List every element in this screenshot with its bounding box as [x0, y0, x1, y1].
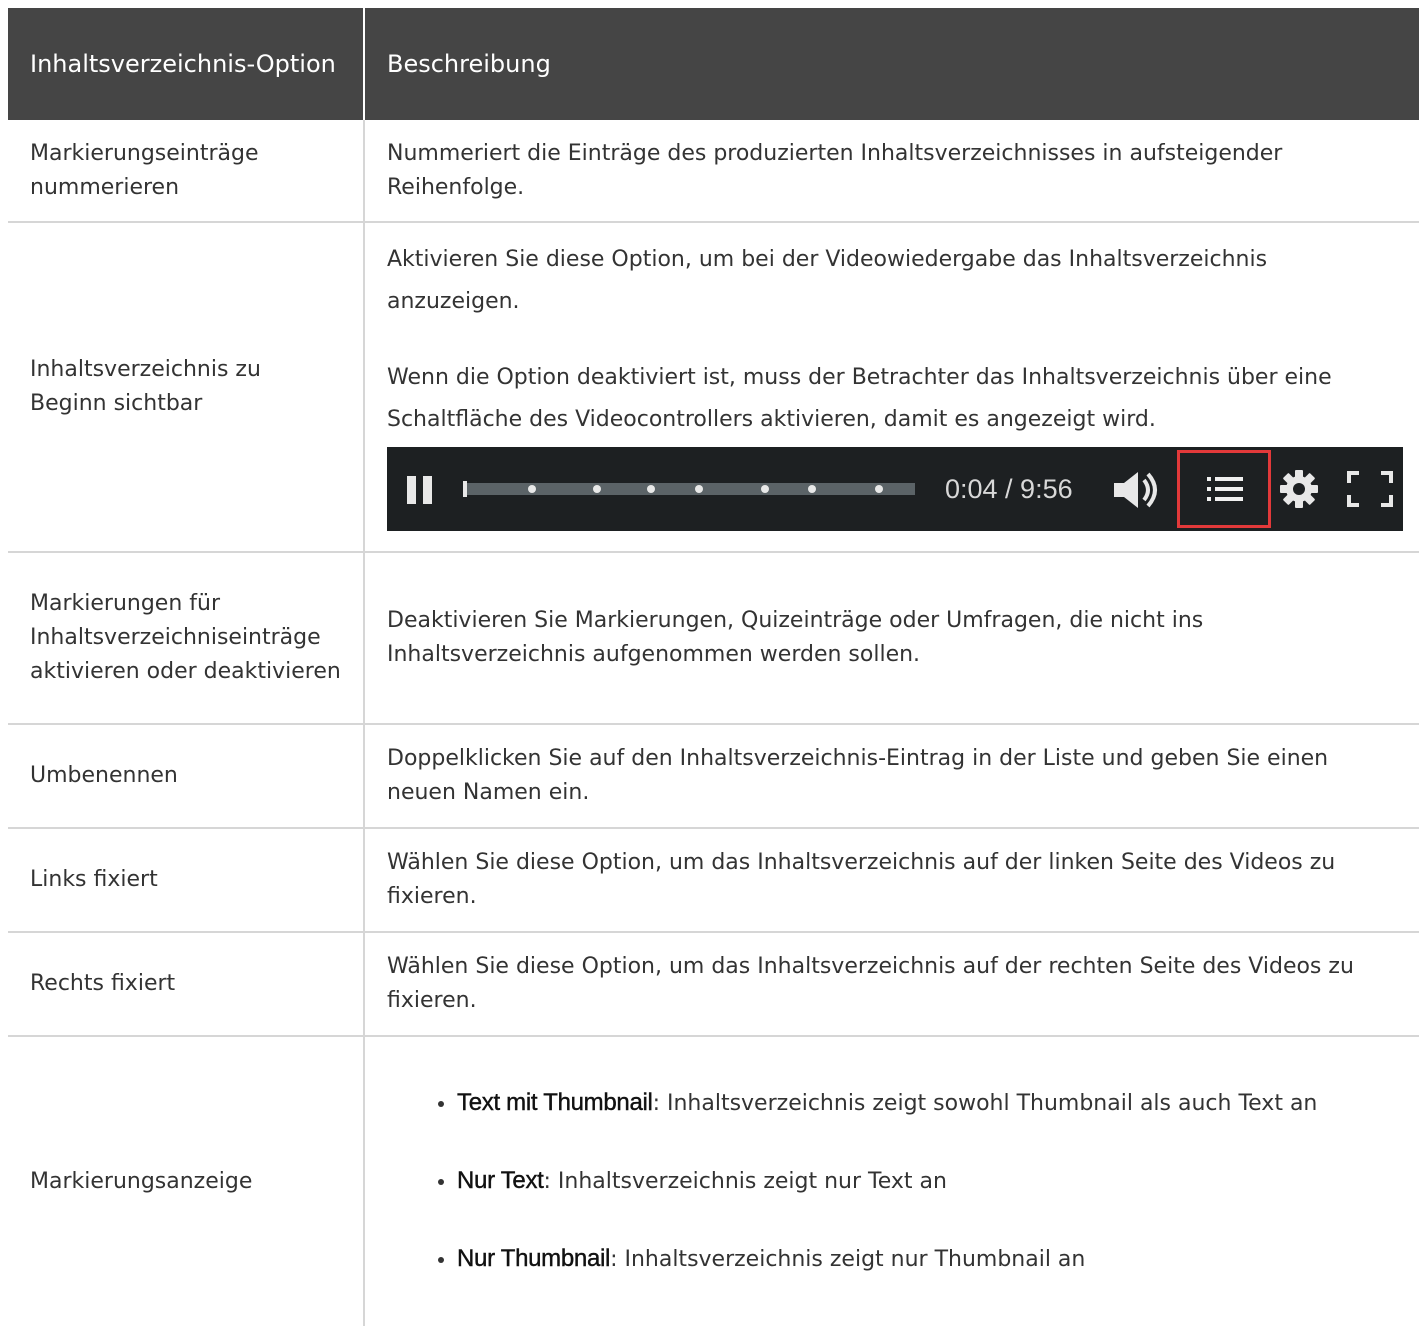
- chapter-marker: [808, 485, 816, 493]
- toc-list-icon: [1207, 477, 1243, 501]
- list-item-term: Nur Text: [457, 1167, 544, 1194]
- chapter-marker: [647, 485, 655, 493]
- header-description: Beschreibung: [364, 8, 1419, 120]
- description-cell: Wählen Sie diese Option, um das Inhaltsv…: [364, 932, 1419, 1037]
- chapter-marker: [593, 485, 601, 493]
- list-item-text: : Inhaltsverzeichnis zeigt sowohl Thumbn…: [652, 1091, 1318, 1116]
- toc-highlight: [1177, 450, 1271, 528]
- chapter-marker: [761, 485, 769, 493]
- option-cell: Markierungseinträge nummerieren: [8, 120, 365, 223]
- chapter-marker: [875, 485, 883, 493]
- table-header-row: Inhaltsverzeichnis-Option Beschreibung: [8, 8, 1419, 120]
- list-item: Nur Text: Inhaltsverzeichnis zeigt nur T…: [457, 1160, 1397, 1203]
- option-cell: Inhaltsverzeichnis zu Beginn sichtbar: [8, 222, 365, 553]
- option-cell: Markierungsanzeige: [8, 1036, 365, 1326]
- table-row: Markierungseinträge nummerieren Nummerie…: [8, 120, 1419, 223]
- table-row: Links fixiert Wählen Sie diese Option, u…: [8, 828, 1419, 933]
- video-controller-screenshot: 0:04 / 9:56: [387, 447, 1403, 531]
- description-cell: Wählen Sie diese Option, um das Inhaltsv…: [364, 828, 1419, 933]
- chapter-marker: [695, 485, 703, 493]
- header-option: Inhaltsverzeichnis-Option: [8, 8, 365, 120]
- pause-icon: [407, 476, 434, 504]
- fullscreen-icon: [1347, 471, 1393, 507]
- chapter-marker: [528, 485, 536, 493]
- description-cell: Nummeriert die Einträge des produzierten…: [364, 120, 1419, 223]
- description-cell: Doppelklicken Sie auf den Inhaltsverzeic…: [364, 724, 1419, 829]
- list-item-term: Text mit Thumbnail: [457, 1089, 653, 1116]
- gear-icon: [1279, 469, 1319, 509]
- table-row: Inhaltsverzeichnis zu Beginn sichtbar Ak…: [8, 222, 1419, 553]
- option-cell: Umbenennen: [8, 724, 365, 829]
- options-table: Inhaltsverzeichnis-Option Beschreibung M…: [8, 8, 1419, 1326]
- description-cell: Deaktivieren Sie Markierungen, Quizeintr…: [364, 552, 1419, 725]
- table-row: Markierungen für Inhaltsverzeichniseintr…: [8, 552, 1419, 725]
- option-cell: Rechts fixiert: [8, 932, 365, 1037]
- list-item-text: : Inhaltsverzeichnis zeigt nur Text an: [543, 1169, 947, 1194]
- list-item: Nur Thumbnail: Inhaltsverzeichnis zeigt …: [457, 1238, 1397, 1281]
- list-item: Text mit Thumbnail: Inhaltsverzeichnis z…: [457, 1082, 1397, 1125]
- table-row: Umbenennen Doppelklicken Sie auf den Inh…: [8, 724, 1419, 829]
- description-cell: Aktivieren Sie diese Option, um bei der …: [364, 222, 1419, 553]
- time-readout: 0:04 / 9:56: [945, 474, 1073, 504]
- display-options-list: Text mit Thumbnail: Inhaltsverzeichnis z…: [387, 1082, 1397, 1281]
- description-cell: Text mit Thumbnail: Inhaltsverzeichnis z…: [364, 1036, 1419, 1326]
- option-cell: Markierungen für Inhaltsverzeichniseintr…: [8, 552, 365, 725]
- description-paragraph: Wenn die Option deaktiviert ist, muss de…: [387, 365, 1332, 432]
- description-paragraph: Aktivieren Sie diese Option, um bei der …: [387, 247, 1268, 314]
- list-item-term: Nur Thumbnail: [457, 1245, 611, 1272]
- list-item-text: : Inhaltsverzeichnis zeigt nur Thumbnail…: [610, 1247, 1086, 1272]
- option-cell: Links fixiert: [8, 828, 365, 933]
- table-row: Markierungsanzeige Text mit Thumbnail: I…: [8, 1036, 1419, 1326]
- progress-bar: [463, 481, 915, 497]
- volume-icon: [1112, 469, 1164, 511]
- table-row: Rechts fixiert Wählen Sie diese Option, …: [8, 932, 1419, 1037]
